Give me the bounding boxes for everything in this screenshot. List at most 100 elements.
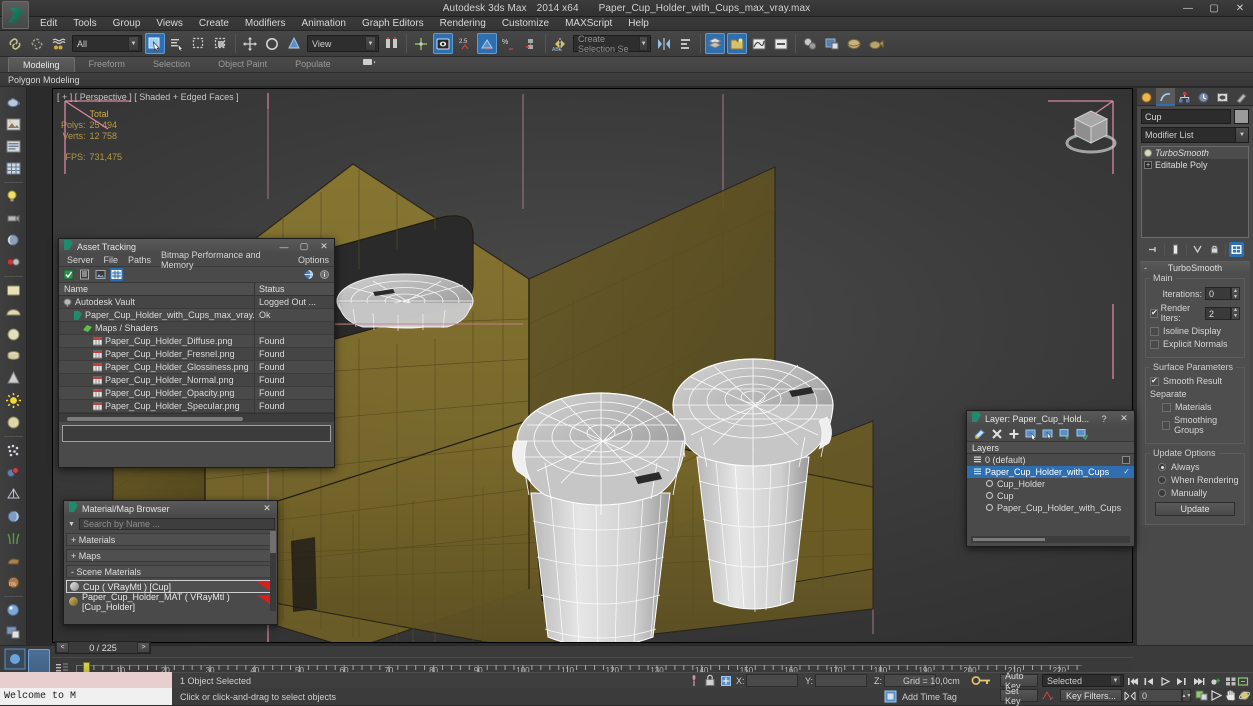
scrollbar-thumb[interactable] (973, 538, 1045, 541)
iterations-stepper[interactable]: 0 ▲▼ (1205, 287, 1240, 300)
scene-explorer-icon[interactable] (727, 33, 747, 54)
asset-row[interactable]: Paper_Cup_Holder_Normal.pngFound (59, 374, 334, 387)
asset-tracking-hscrollbar[interactable] (59, 413, 334, 422)
when-rendering-row[interactable]: When Rendering (1150, 475, 1240, 485)
tab-create[interactable] (1137, 88, 1156, 106)
cylinder-primitive-icon[interactable] (3, 346, 24, 367)
ribbon-tab-modeling[interactable]: Modeling (8, 57, 75, 72)
sphere-primitive-icon[interactable] (3, 302, 24, 323)
section-scene-materials[interactable]: - Scene Materials (66, 565, 275, 578)
object-name-field[interactable]: Cup (1141, 109, 1231, 124)
render-iters-value[interactable]: 2 (1205, 307, 1231, 320)
systems-icon[interactable] (3, 484, 24, 505)
ribbon-minimize-icon[interactable] (345, 57, 390, 72)
bind-to-space-warp-icon[interactable] (49, 33, 69, 54)
highlight-layer-icon[interactable] (1041, 427, 1054, 440)
particle-system-icon[interactable] (3, 440, 24, 461)
key-mode-dropdown[interactable]: Selected ▼ (1042, 674, 1124, 687)
select-and-rotate-icon[interactable] (262, 33, 282, 54)
rectangular-selection-region-icon[interactable] (189, 33, 209, 54)
key-value-field[interactable]: 0 (1138, 689, 1182, 702)
explicit-normals-checkbox[interactable] (1150, 340, 1159, 349)
vray-material-icon[interactable] (3, 600, 24, 621)
asset-menu-server[interactable]: Server (62, 255, 99, 265)
grid-view-icon[interactable] (110, 268, 123, 281)
camera-icon[interactable] (3, 208, 24, 229)
curve-editor-icon[interactable] (749, 33, 769, 54)
filter-dropdown-icon[interactable]: ▼ (66, 519, 77, 530)
key-filters-button[interactable]: Key Filters... (1060, 689, 1122, 702)
asset-row[interactable]: Paper_Cup_Holder_Fresnel.pngFound (59, 348, 334, 361)
asset-menu-paths[interactable]: Paths (123, 255, 156, 265)
add-selection-to-layer-icon[interactable] (1058, 427, 1071, 440)
ribbon-tab-populate[interactable]: Populate (281, 57, 345, 72)
material-browser-close[interactable]: ✕ (259, 502, 275, 515)
always-row[interactable]: Always (1150, 462, 1240, 472)
menu-item-tools[interactable]: Tools (65, 17, 104, 31)
next-key-icon[interactable] (1174, 674, 1188, 688)
chevron-down-icon[interactable]: ▼ (365, 36, 376, 51)
select-and-scale-icon[interactable] (284, 33, 304, 54)
isoline-display-checkbox[interactable] (1150, 327, 1159, 336)
pivot-center-icon[interactable] (382, 33, 402, 54)
select-layer-objects-icon[interactable] (1024, 427, 1037, 440)
reference-coordinate-dropdown[interactable]: View ▼ (307, 35, 379, 52)
help-globe-icon[interactable] (302, 268, 315, 281)
material-browser-vscrollbar[interactable] (270, 531, 276, 611)
view-cube[interactable] (1060, 103, 1122, 159)
current-frame-value[interactable]: 0 / 225 (69, 643, 137, 653)
welcome-message-box[interactable]: Welcome to M (0, 688, 172, 705)
menu-item-edit[interactable]: Edit (32, 17, 65, 31)
make-unique-icon[interactable] (1190, 242, 1205, 257)
layer-manager-window[interactable]: Layer: Paper_Cup_Hold... ? ✕ Layers 0 (d… (966, 410, 1135, 547)
menu-item-modifiers[interactable]: Modifiers (237, 17, 294, 31)
tab-modify[interactable] (1156, 88, 1175, 106)
spinner-arrows-icon[interactable]: ▲▼ (1231, 307, 1240, 320)
select-by-name-icon[interactable] (167, 33, 187, 54)
material-item-paper-cup-holder[interactable]: Paper_Cup_Holder_MAT ( VRayMtl ) [Cup_Ho… (66, 595, 275, 608)
remove-modifier-icon[interactable] (1207, 242, 1222, 257)
smooth-result-row[interactable]: Smooth Result (1150, 376, 1240, 386)
tab-utilities[interactable] (1232, 88, 1251, 106)
asset-row[interactable]: Paper_Cup_Holder_Diffuse.pngFound (59, 335, 334, 348)
delete-layer-icon[interactable] (990, 427, 1003, 440)
menu-item-graph-editors[interactable]: Graph Editors (354, 17, 432, 31)
iterations-value[interactable]: 0 (1205, 287, 1231, 300)
ribbon-tab-selection[interactable]: Selection (139, 57, 204, 72)
key-mode-icon[interactable] (1209, 674, 1223, 688)
render-production-icon[interactable] (866, 33, 886, 54)
show-end-result-icon[interactable] (1168, 242, 1183, 257)
play-icon[interactable] (1158, 674, 1172, 688)
ribbon-tab-freeform[interactable]: Freeform (75, 57, 140, 72)
image-map-icon[interactable] (3, 114, 24, 135)
smoothing-groups-checkbox[interactable] (1162, 421, 1170, 430)
geosphere-primitive-icon[interactable] (3, 324, 24, 345)
manually-radio[interactable] (1158, 489, 1166, 497)
asset-row[interactable]: Paper_Cup_Holder_Opacity.pngFound (59, 387, 334, 400)
prev-key-icon[interactable] (1142, 674, 1156, 688)
modifier-stack-item-turbosmooth[interactable]: TurboSmooth (1142, 147, 1248, 159)
box-primitive-icon[interactable] (3, 280, 24, 301)
menu-item-views[interactable]: Views (148, 17, 191, 31)
populate-icon[interactable]: 0% (3, 572, 24, 593)
animals-icon[interactable] (3, 550, 24, 571)
spinner-arrows-icon[interactable]: ▲▼ (1231, 287, 1240, 300)
layer-row[interactable]: Cup (967, 490, 1134, 502)
frame-counter[interactable]: < 0 / 225 > (55, 641, 151, 654)
asset-tracking-window[interactable]: Asset Tracking — ▢ ✕ ServerFilePathsBitm… (58, 238, 335, 468)
object-color-swatch[interactable] (1234, 109, 1249, 124)
thumbnail-view-icon[interactable] (94, 268, 107, 281)
smooth-result-checkbox[interactable] (1150, 377, 1159, 386)
modifier-stack[interactable]: TurboSmooth + Editable Poly (1141, 146, 1249, 238)
angle-snap-toggle-icon[interactable]: 2.5 (455, 33, 475, 54)
menu-item-animation[interactable]: Animation (293, 17, 353, 31)
modifier-stack-item-editable-poly[interactable]: + Editable Poly (1142, 159, 1248, 171)
layer-window-close[interactable]: ✕ (1116, 412, 1132, 425)
list-panel-icon[interactable] (3, 136, 24, 157)
column-header-name[interactable]: Name (59, 283, 255, 295)
edit-named-selection-icon[interactable] (521, 33, 541, 54)
key-filters-toggle-icon[interactable] (1042, 690, 1056, 703)
y-coordinate-field[interactable] (815, 674, 867, 687)
compound-objects-icon[interactable] (3, 462, 24, 483)
section-materials[interactable]: + Materials (66, 533, 275, 546)
